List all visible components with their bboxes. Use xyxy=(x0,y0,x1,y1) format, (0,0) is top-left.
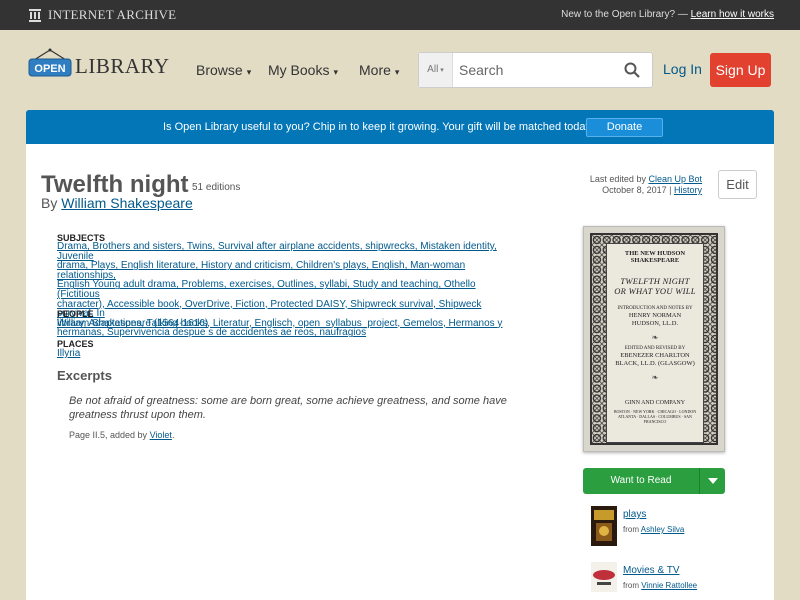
subject-line[interactable]: English Young adult drama, Problems, exe… xyxy=(57,279,476,300)
learn-how-link[interactable]: Learn how it works xyxy=(691,9,774,20)
ia-new-text: New to the Open Library? — xyxy=(561,9,688,20)
cover-editor-line2: HUDSON, LL.D. xyxy=(631,319,679,327)
cover-ornament-icon: ❧ xyxy=(651,373,659,382)
subject-line[interactable]: Drama, Brothers and sisters, Twins, Surv… xyxy=(57,241,497,262)
list-owner: from Ashley Silva xyxy=(623,525,684,534)
want-to-read-button[interactable]: Want to Read xyxy=(583,468,725,494)
byline: By William Shakespeare xyxy=(41,195,193,211)
search-scope-label: All xyxy=(427,64,439,75)
list-owner-link[interactable]: Vinnie Rattollee xyxy=(641,581,697,590)
last-edited-user-link[interactable]: Clean Up Bot xyxy=(648,174,702,184)
excerpt-period: . xyxy=(171,430,175,440)
donate-banner: Is Open Library useful to you? Chip in t… xyxy=(26,110,774,144)
logo-library-text: LIBRARY xyxy=(75,53,170,78)
cover-cities: BOSTON · NEW YORK · CHICAGO · LONDON ATL… xyxy=(613,409,697,424)
search-scope-select[interactable]: All ▾ xyxy=(419,53,453,87)
editions-count: 51 editions xyxy=(192,182,241,193)
list-name-link[interactable]: plays xyxy=(623,509,646,520)
last-edited-prefix: Last edited by xyxy=(589,174,646,184)
history-link[interactable]: History xyxy=(674,185,702,195)
login-link[interactable]: Log In xyxy=(663,61,702,77)
signup-button[interactable]: Sign Up xyxy=(710,53,771,87)
nav-my-books-label: My Books xyxy=(268,62,330,78)
donate-button[interactable]: Donate xyxy=(586,118,663,137)
chevron-down-icon: ▾ xyxy=(246,67,252,77)
work-content: Twelfth night 51 editions By William Sha… xyxy=(26,144,774,600)
subject-line[interactable]: character), Accessible book, OverDrive, … xyxy=(57,299,481,320)
ol-logo[interactable]: OPEN LIBRARY xyxy=(28,48,170,80)
excerpts-heading: Excerpts xyxy=(57,368,112,383)
ol-header: OPEN LIBRARY Browse ▾ My Books ▾ More ▾ All… xyxy=(0,30,800,110)
logo-open-text: OPEN xyxy=(34,63,65,75)
search-icon[interactable] xyxy=(624,62,640,78)
nav-browse-label: Browse xyxy=(196,62,243,78)
nav-browse[interactable]: Browse ▾ xyxy=(196,62,251,78)
list-from-label: from xyxy=(623,581,639,590)
list-item[interactable]: Movies & TV from Vinnie Rattollee xyxy=(583,562,763,600)
subject-line[interactable]: drama, Plays, English literature, Histor… xyxy=(57,260,465,281)
excerpt-page-text: Page II.5, added by xyxy=(69,430,148,440)
list-cover-thumbnail xyxy=(591,562,617,592)
cover-title-panel: THE NEW HUDSON SHAKESPEARE TWELFTH NIGHT… xyxy=(606,243,704,443)
list-owner-link[interactable]: Ashley Silva xyxy=(641,525,685,534)
open-sign-icon: OPEN xyxy=(28,48,72,77)
excerpt-user-link[interactable]: Violet xyxy=(150,430,172,440)
person-link[interactable]: William Shakespeare (1564-1616) xyxy=(57,318,208,329)
places-list: Illyria xyxy=(57,349,517,359)
nav-more-label: More xyxy=(359,62,391,78)
list-name-link[interactable]: Movies & TV xyxy=(623,565,680,576)
last-edited-date: October 8, 2017 xyxy=(602,185,667,195)
cover-title-line2: OR WHAT YOU WILL xyxy=(614,286,696,296)
book-cover[interactable]: THE NEW HUDSON SHAKESPEARE TWELFTH NIGHT… xyxy=(583,226,725,452)
list-from-label: from xyxy=(623,525,639,534)
donate-text: Is Open Library useful to you? Chip in t… xyxy=(163,121,595,133)
ia-temple-icon xyxy=(29,9,41,22)
place-link[interactable]: Illyria xyxy=(57,348,80,359)
cover-series: THE NEW HUDSON SHAKESPEARE xyxy=(624,250,686,264)
cover-ornament-icon: ❧ xyxy=(651,333,659,342)
ia-logo[interactable]: INTERNET ARCHIVE xyxy=(28,7,176,23)
last-edited-info: Last edited by Clean Up Bot October 8, 2… xyxy=(589,174,702,195)
nav-more[interactable]: More ▾ xyxy=(359,62,399,78)
cover-reviser-line1: EBENEZER CHARLTON xyxy=(620,352,690,359)
cover-frame: THE NEW HUDSON SHAKESPEARE TWELFTH NIGHT… xyxy=(590,233,718,445)
chevron-down-icon: ▾ xyxy=(440,67,444,74)
author-link[interactable]: William Shakespeare xyxy=(61,195,193,211)
edit-button[interactable]: Edit xyxy=(718,170,757,199)
excerpt-source: Page II.5, added by Violet. xyxy=(69,430,174,440)
chevron-down-icon: ▾ xyxy=(333,67,338,77)
want-to-read-dropdown[interactable] xyxy=(699,468,725,494)
list-item[interactable]: plays from Ashley Silva xyxy=(583,506,763,556)
want-to-read-label: Want to Read xyxy=(610,475,672,486)
list-owner: from Vinnie Rattollee xyxy=(623,581,697,590)
excerpt-quote: Be not afraid of greatness: some are bor… xyxy=(69,395,507,421)
by-label: By xyxy=(41,195,58,211)
people-list: William Shakespeare (1564-1616) xyxy=(57,319,517,329)
ia-logo-text: INTERNET ARCHIVE xyxy=(48,7,177,22)
ia-top-bar: INTERNET ARCHIVE New to the Open Library… xyxy=(0,0,800,30)
nav-my-books[interactable]: My Books ▾ xyxy=(268,62,338,78)
chevron-down-icon: ▾ xyxy=(394,67,400,77)
cover-title: TWELFTH NIGHT OR WHAT YOU WILL xyxy=(607,276,703,296)
list-cover-thumbnail xyxy=(591,506,617,546)
search-input[interactable] xyxy=(459,53,619,87)
cover-publisher: GINN AND COMPANY xyxy=(624,400,686,406)
cover-editor-line1: HENRY NORMAN xyxy=(628,312,682,319)
cover-title-line1: TWELFTH NIGHT xyxy=(620,276,690,286)
ia-new-user-text: New to the Open Library? — Learn how it … xyxy=(561,9,774,20)
cover-reviser-line2: BLACK, LL.D. (GLASGOW) xyxy=(615,359,695,367)
search-box: All ▾ xyxy=(418,52,653,88)
